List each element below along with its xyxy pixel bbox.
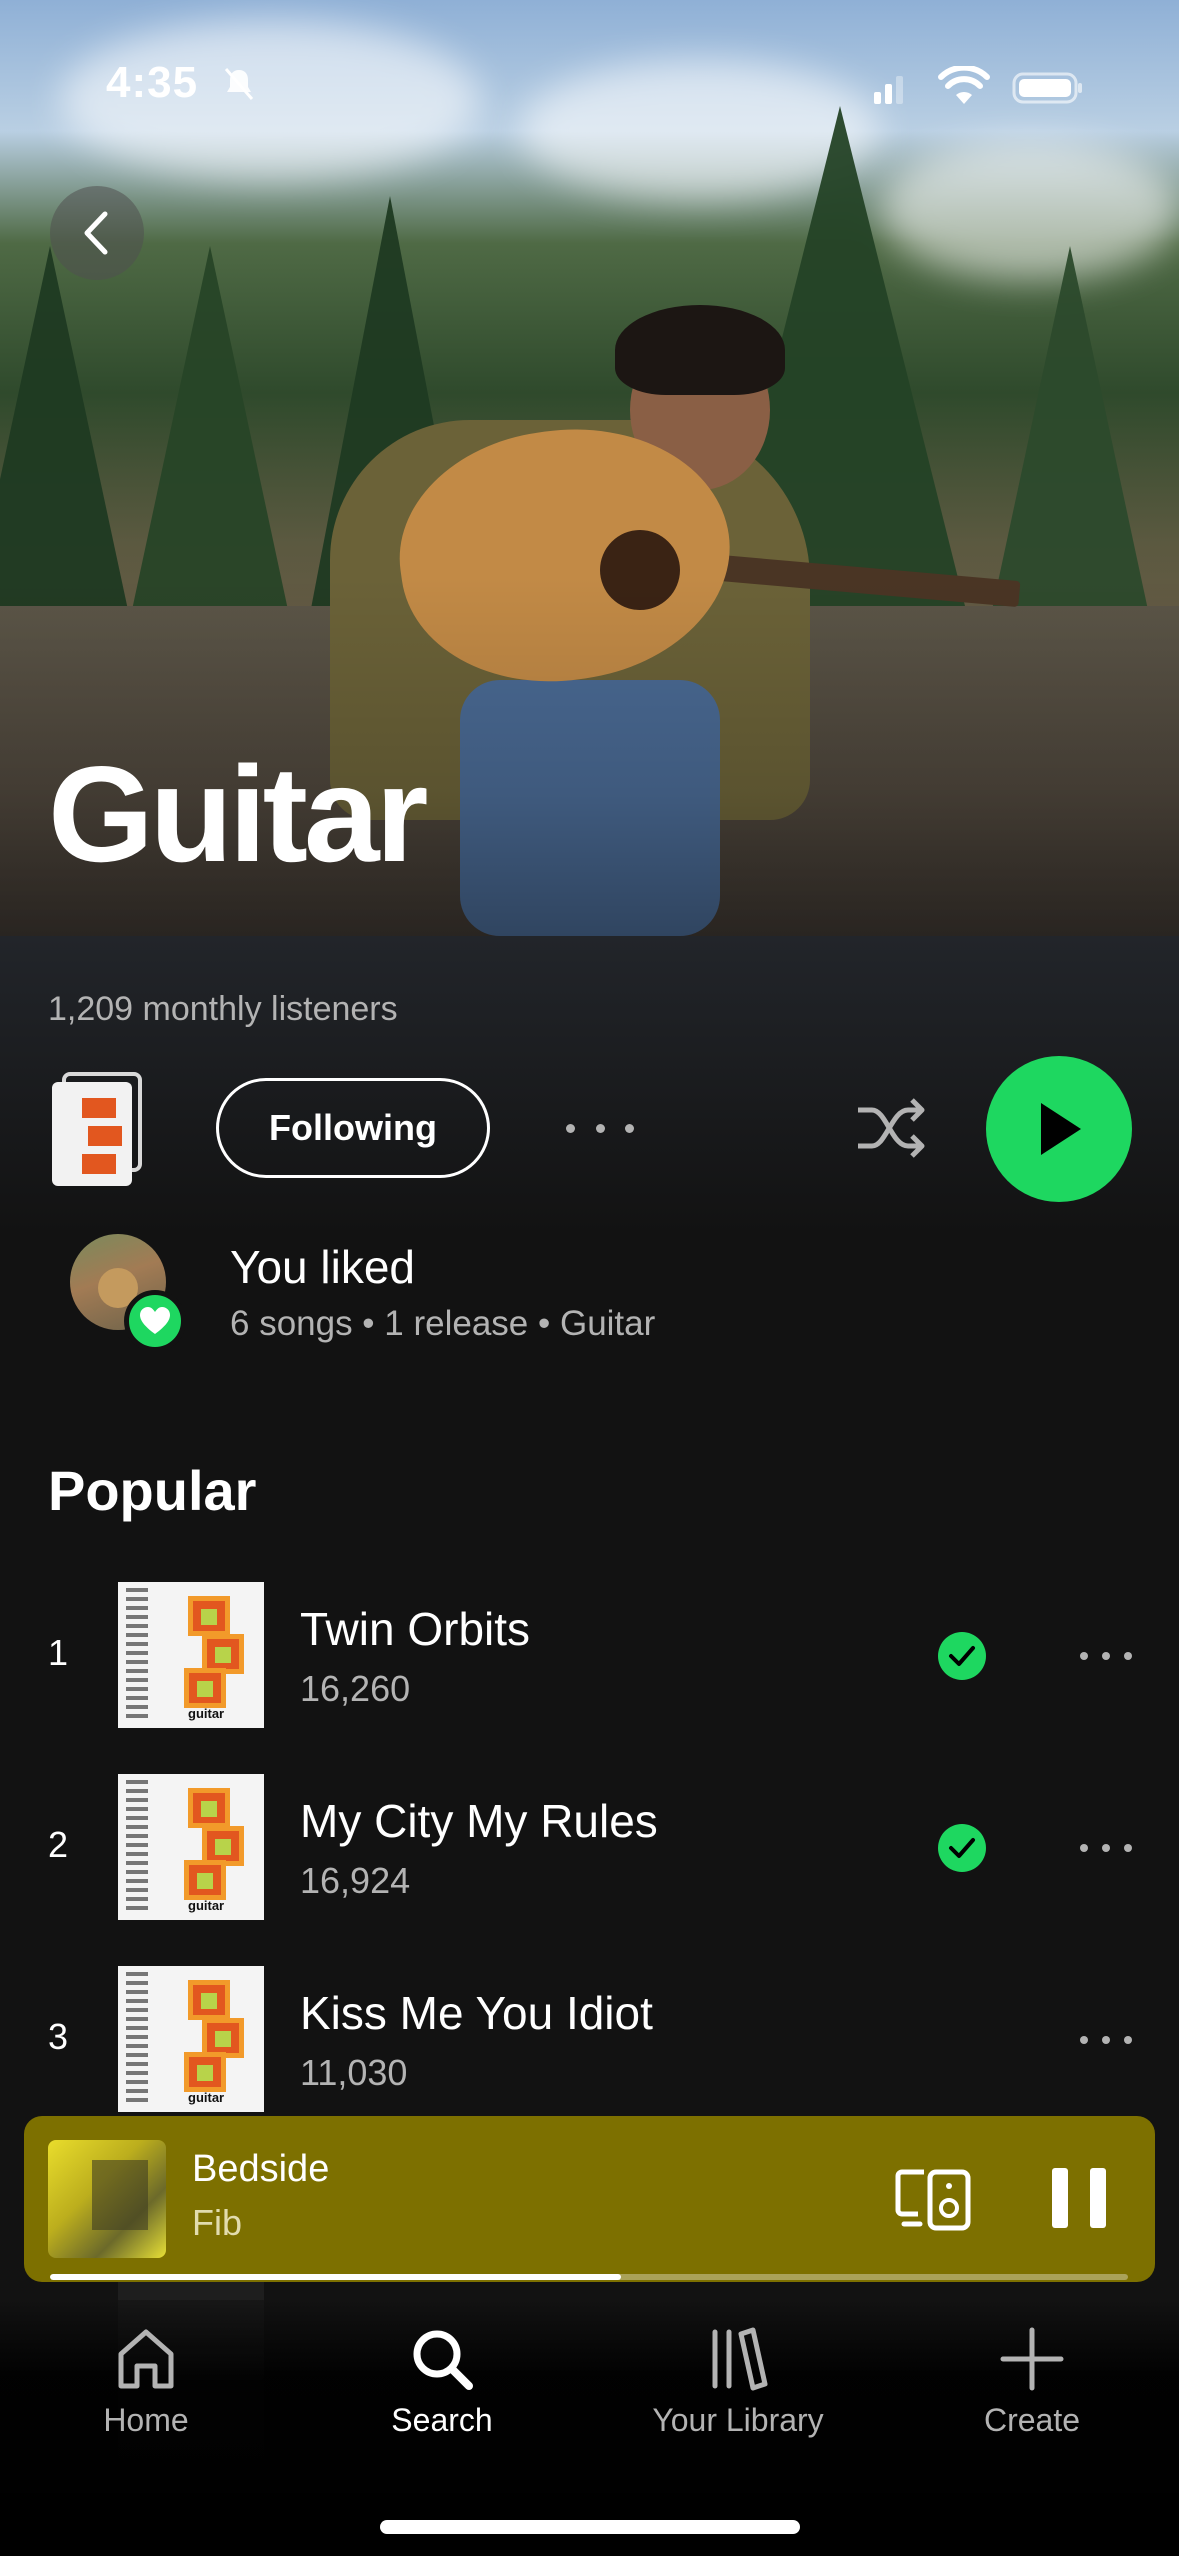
play-button[interactable]: [986, 1056, 1132, 1202]
back-button[interactable]: [50, 186, 144, 280]
track-title: My City My Rules: [300, 1795, 658, 1847]
track-play-count: 16,260: [300, 1668, 411, 1709]
nav-home-label: Home: [103, 2402, 189, 2438]
nav-search[interactable]: Search: [322, 2324, 562, 2464]
playback-progress-fill: [50, 2274, 622, 2280]
track-play-count: 11,030: [300, 2052, 408, 2093]
track-cover: guitar: [118, 1582, 264, 1728]
artist-name: Guitar: [48, 738, 428, 890]
silent-bell-icon: [224, 68, 254, 100]
nav-create[interactable]: Create: [912, 2324, 1152, 2464]
shuffle-icon[interactable]: [852, 1092, 928, 1164]
play-icon: [1041, 1103, 1081, 1155]
wifi-icon: [938, 66, 990, 104]
track-title: Twin Orbits: [300, 1603, 531, 1655]
track-title: Kiss Me You Idiot: [300, 1987, 653, 2039]
nav-search-label: Search: [391, 2402, 493, 2438]
monthly-listeners: 1,209 monthly listeners: [48, 990, 398, 1028]
connect-device-icon[interactable]: [894, 2166, 972, 2232]
nav-library-label: Your Library: [652, 2402, 824, 2438]
track-play-count: 16,924: [300, 1860, 411, 1901]
home-icon: [118, 2329, 174, 2389]
heart-icon: [124, 1290, 186, 1352]
artist-release-thumbnail[interactable]: [48, 1072, 144, 1188]
liked-title: You liked: [230, 1241, 416, 1293]
more-options-button[interactable]: [566, 1110, 634, 1146]
home-indicator: [380, 2520, 800, 2534]
track-cover: guitar: [118, 1966, 264, 2112]
now-playing-artist: Fib: [192, 2202, 243, 2243]
following-button[interactable]: Following: [216, 1078, 490, 1178]
track-more-button[interactable]: [1080, 2024, 1132, 2056]
playback-progress[interactable]: [50, 2274, 1128, 2280]
downloaded-check-icon: [938, 1824, 986, 1872]
search-icon: [413, 2330, 473, 2390]
library-icon: [712, 2327, 768, 2391]
track-row[interactable]: 1 guitar Twin Orbits 16,260: [0, 1582, 1179, 1732]
nav-create-label: Create: [983, 2402, 1081, 2438]
nav-home[interactable]: Home: [26, 2324, 266, 2464]
track-rank: 3: [48, 2016, 69, 2057]
downloaded-check-icon: [938, 1632, 986, 1680]
status-time: 4:35: [106, 58, 199, 107]
liked-subtitle: 6 songs • 1 release • Guitar: [230, 1304, 656, 1343]
cellular-signal-icon: [874, 76, 903, 104]
chevron-left-icon: [84, 211, 108, 255]
track-rank: 2: [48, 1824, 69, 1865]
battery-icon: [1012, 72, 1082, 104]
pause-button[interactable]: [1052, 2168, 1106, 2228]
track-row[interactable]: 2 guitar My City My Rules 16,924: [0, 1774, 1179, 1924]
track-more-button[interactable]: [1080, 1640, 1132, 1672]
now-playing-cover: [48, 2140, 166, 2258]
track-cover: guitar: [118, 1774, 264, 1920]
plus-icon: [1000, 2327, 1064, 2391]
now-playing-bar[interactable]: Bedside Fib: [24, 2116, 1155, 2282]
section-title-popular: Popular: [48, 1459, 257, 1522]
track-rank: 1: [48, 1632, 69, 1673]
liked-songs-row[interactable]: You liked 6 songs • 1 release • Guitar: [70, 1234, 1120, 1354]
track-row[interactable]: 3 guitar Kiss Me You Idiot 11,030: [0, 1966, 1179, 2116]
track-more-button[interactable]: [1080, 1832, 1132, 1864]
now-playing-title: Bedside: [192, 2148, 330, 2190]
nav-library[interactable]: Your Library: [618, 2324, 858, 2464]
